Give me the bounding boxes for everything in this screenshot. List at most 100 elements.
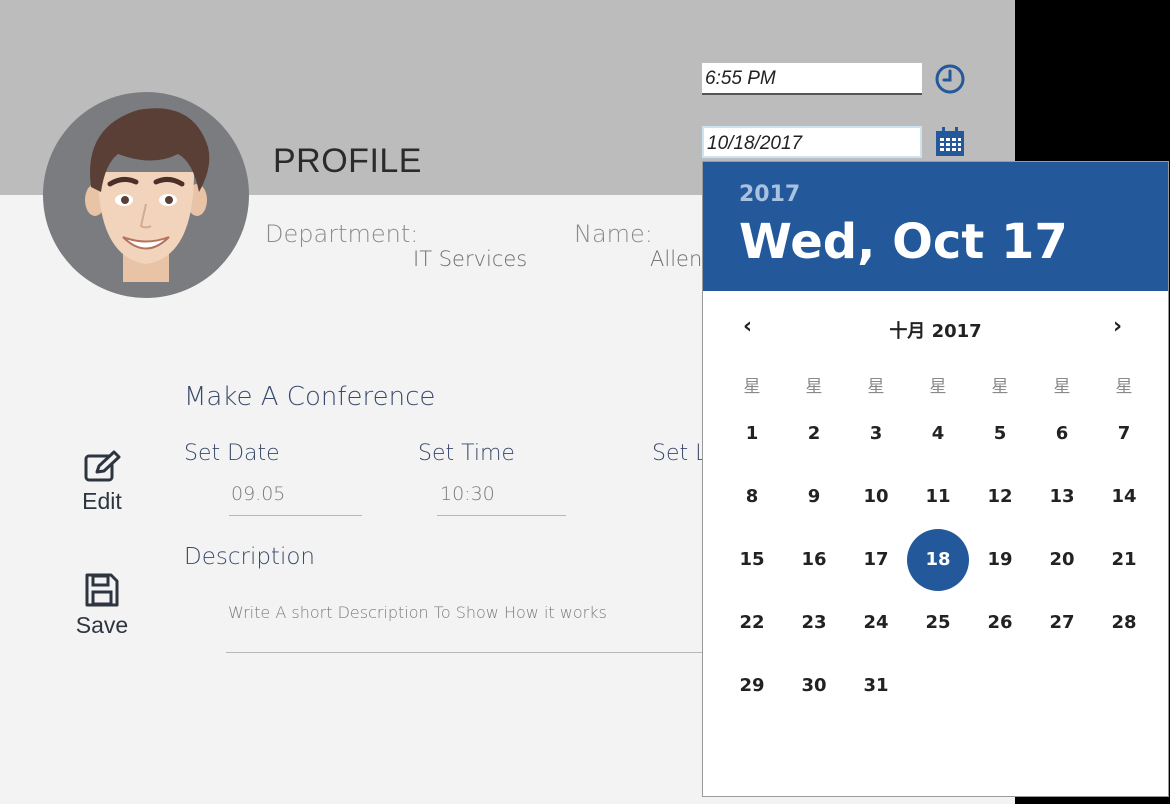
day-number: 16 (801, 549, 827, 570)
save-label: Save (75, 612, 129, 638)
day-cell[interactable]: 14 (1093, 465, 1155, 528)
day-cell[interactable]: 12 (969, 465, 1031, 528)
day-number: 7 (1117, 423, 1131, 444)
day-number: 26 (987, 612, 1013, 633)
day-number: 19 (987, 549, 1013, 570)
description-label: Description (184, 544, 315, 570)
set-date-label: Set Date (184, 441, 280, 466)
weekday-label: 星 (1053, 377, 1071, 397)
day-number: 5 (993, 423, 1007, 444)
day-number: 31 (863, 675, 889, 696)
day-cell[interactable]: 30 (783, 654, 845, 717)
day-number: 3 (869, 423, 883, 444)
day-cell[interactable]: 29 (721, 654, 783, 717)
day-number: 11 (925, 486, 951, 507)
day-cell[interactable]: 10 (845, 465, 907, 528)
edit-icon (84, 450, 121, 482)
day-cell[interactable]: 8 (721, 465, 783, 528)
day-number: 12 (987, 486, 1013, 507)
set-time-underline (437, 515, 566, 516)
department-value: IT Services (413, 247, 528, 271)
name-label: Name: (574, 220, 653, 248)
description-input[interactable]: Write A short Description To Show How it… (228, 603, 607, 622)
day-grid: 1 2 3 4 5 6 7 8 9 10 11 12 13 14 15 16 17 18 19 20 21 22 23 24 2… (721, 402, 1155, 717)
day-number: 21 (1111, 549, 1137, 570)
day-cell[interactable]: 3 (845, 402, 907, 465)
weekday-label: 星 (1115, 377, 1133, 397)
department-label: Department: (265, 220, 419, 248)
set-date-input[interactable]: 09.05 (231, 483, 285, 505)
set-time-input[interactable]: 10:30 (440, 483, 495, 505)
day-cell[interactable]: 6 (1031, 402, 1093, 465)
day-cell[interactable]: 22 (721, 591, 783, 654)
day-cell[interactable]: 15 (721, 528, 783, 591)
day-cell[interactable]: 19 (969, 528, 1031, 591)
day-number: 25 (925, 612, 951, 633)
save-icon (85, 573, 119, 607)
day-cell[interactable]: 20 (1031, 528, 1093, 591)
conference-title: Make A Conference (184, 382, 436, 412)
date-picker-selected-date: Wed, Oct 17 (739, 214, 1068, 270)
day-number: 2 (807, 423, 821, 444)
next-month-button[interactable]: › (1113, 314, 1122, 339)
day-number: 23 (801, 612, 827, 633)
avatar (43, 92, 249, 298)
avatar-face-icon (85, 108, 210, 282)
day-cell[interactable]: 31 (845, 654, 907, 717)
day-number: 10 (863, 486, 889, 507)
day-number: 30 (801, 675, 827, 696)
day-cell[interactable]: 13 (1031, 465, 1093, 528)
day-number: 18 (907, 528, 969, 591)
day-cell[interactable]: 9 (783, 465, 845, 528)
day-cell-selected[interactable]: 18 (907, 528, 969, 591)
day-cell[interactable]: 4 (907, 402, 969, 465)
day-cell[interactable]: 24 (845, 591, 907, 654)
calendar-icon[interactable] (934, 126, 966, 162)
day-cell[interactable]: 5 (969, 402, 1031, 465)
weekday-label: 星 (991, 377, 1009, 397)
day-cell[interactable]: 26 (969, 591, 1031, 654)
day-number: 15 (739, 549, 765, 570)
date-picker-year[interactable]: 2017 (739, 182, 800, 207)
description-underline (226, 652, 702, 653)
save-button[interactable]: Save (73, 572, 131, 639)
day-number: 9 (807, 486, 821, 507)
day-number: 17 (863, 549, 889, 570)
day-cell[interactable]: 7 (1093, 402, 1155, 465)
day-cell[interactable]: 17 (845, 528, 907, 591)
day-cell[interactable]: 28 (1093, 591, 1155, 654)
day-cell[interactable]: 11 (907, 465, 969, 528)
day-number: 29 (739, 675, 765, 696)
day-number: 24 (863, 612, 889, 633)
date-picker-popup: 2017 Wed, Oct 17 ‹ 十月 2017 › 星星星星星星星 123… (702, 161, 1169, 797)
clock-icon[interactable] (934, 63, 966, 99)
set-time-label: Set Time (418, 441, 515, 466)
name-value: Allen (650, 247, 703, 271)
day-cell[interactable]: 25 (907, 591, 969, 654)
day-cell[interactable]: 23 (783, 591, 845, 654)
month-label: 十月 2017 (889, 321, 982, 342)
date-picker-header: 2017 Wed, Oct 17 (703, 162, 1168, 291)
day-cell[interactable]: 2 (783, 402, 845, 465)
weekday-label: 星 (805, 377, 823, 397)
day-number: 22 (739, 612, 765, 633)
weekday-label: 星 (743, 377, 761, 397)
day-number: 14 (1111, 486, 1137, 507)
day-number: 8 (745, 486, 759, 507)
day-number: 1 (745, 423, 759, 444)
set-date-underline (229, 515, 362, 516)
edit-label: Edit (82, 488, 122, 514)
weekday-label: 星 (867, 377, 885, 397)
time-input[interactable]: 6:55 PM (702, 63, 922, 95)
day-cell[interactable]: 1 (721, 402, 783, 465)
page-title: PROFILE (273, 142, 422, 180)
day-cell[interactable]: 27 (1031, 591, 1093, 654)
day-number: 6 (1055, 423, 1069, 444)
day-number: 20 (1049, 549, 1075, 570)
weekday-label: 星 (929, 377, 947, 397)
date-input[interactable]: 10/18/2017 (702, 126, 922, 158)
day-cell[interactable]: 21 (1093, 528, 1155, 591)
day-number: 13 (1049, 486, 1075, 507)
edit-button[interactable]: Edit (73, 450, 131, 515)
day-cell[interactable]: 16 (783, 528, 845, 591)
